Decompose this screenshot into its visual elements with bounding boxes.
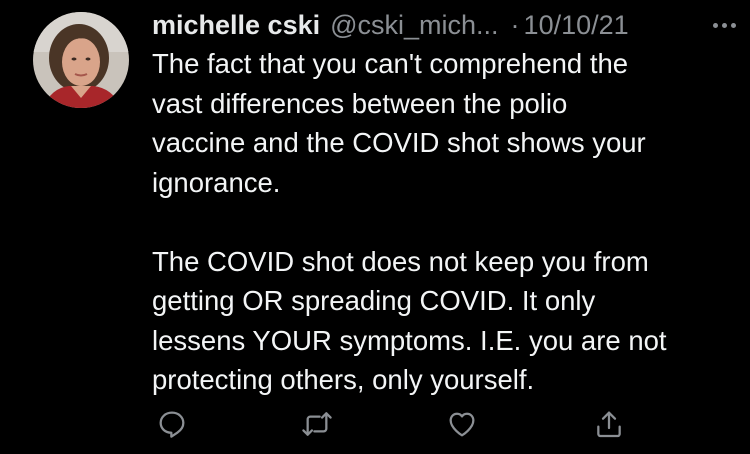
- share-button[interactable]: [587, 402, 631, 446]
- tweet-line: ignorance.: [152, 166, 281, 198]
- separator-dot: ·: [510, 9, 520, 40]
- reply-button[interactable]: [150, 402, 194, 446]
- tweet-line: lessens YOUR symptoms. I.E. you are not: [152, 324, 667, 356]
- avatar[interactable]: [33, 12, 129, 108]
- tweet: michelle cski @cski_mich... · 10/10/21 T…: [0, 0, 750, 454]
- author-handle[interactable]: @cski_mich...: [330, 10, 498, 41]
- heart-icon: [449, 412, 475, 437]
- retweet-button[interactable]: [295, 402, 339, 446]
- share-icon: [597, 411, 621, 438]
- tweet-line: vaccine and the COVID shot shows your: [152, 127, 646, 158]
- author-name[interactable]: michelle cski: [152, 10, 320, 41]
- tweet-line: vast differences between the polio: [152, 87, 568, 119]
- tweet-date[interactable]: 10/10/21: [524, 10, 629, 41]
- retweet-icon: [302, 412, 332, 436]
- tweet-line: getting OR spreading COVID. It only: [152, 285, 596, 316]
- tweet-text: The fact that you can't comprehend the v…: [152, 44, 737, 400]
- reply-icon: [159, 411, 185, 438]
- action-bar: [0, 402, 750, 446]
- tweet-line: The COVID shot does not keep you from: [152, 245, 649, 277]
- tweet-header: michelle cski @cski_mich... · 10/10/21: [152, 7, 742, 43]
- paragraph-spacer: [152, 202, 737, 242]
- more-options-icon[interactable]: [713, 22, 736, 28]
- like-button[interactable]: [440, 402, 484, 446]
- tweet-line: protecting others, only yourself.: [152, 364, 535, 395]
- tweet-line: The fact that you can't comprehend the: [152, 48, 629, 79]
